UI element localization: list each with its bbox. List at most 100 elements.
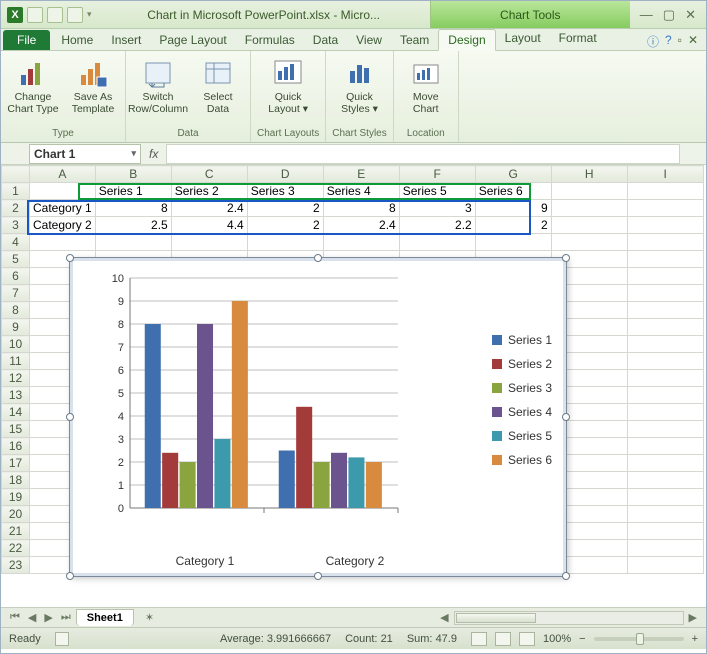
close-icon[interactable]: ✕ <box>685 7 696 23</box>
sheet-tab[interactable]: Sheet1 <box>76 609 134 626</box>
resize-handle[interactable] <box>66 413 74 421</box>
qat-undo-icon[interactable] <box>47 7 63 23</box>
tab-file[interactable]: File <box>3 30 50 50</box>
cell[interactable] <box>627 336 703 353</box>
minimize-ribbon-icon[interactable]: ⓘ <box>647 33 659 50</box>
cell[interactable] <box>551 217 627 234</box>
cell[interactable] <box>627 455 703 472</box>
col-header[interactable]: D <box>247 166 323 183</box>
cell[interactable]: 2 <box>247 217 323 234</box>
cell[interactable]: 2.5 <box>95 217 171 234</box>
move-chart-button[interactable]: Move Chart <box>400 55 452 115</box>
row-header[interactable]: 21 <box>2 523 30 540</box>
cell[interactable] <box>627 200 703 217</box>
cell[interactable] <box>627 506 703 523</box>
resize-handle[interactable] <box>562 572 570 580</box>
row-header[interactable]: 15 <box>2 421 30 438</box>
name-box[interactable]: Chart 1 ▾ <box>29 144 141 164</box>
tab-page-layout[interactable]: Page Layout <box>150 30 235 50</box>
col-header[interactable]: H <box>551 166 627 183</box>
scrollbar-thumb[interactable] <box>456 613 536 623</box>
qat-redo-icon[interactable] <box>67 7 83 23</box>
row-header[interactable]: 10 <box>2 336 30 353</box>
cell[interactable] <box>475 234 551 251</box>
row-header[interactable]: 1 <box>2 183 30 200</box>
view-page-layout-icon[interactable] <box>495 632 511 646</box>
cell[interactable] <box>627 370 703 387</box>
col-header[interactable]: B <box>95 166 171 183</box>
tab-data[interactable]: Data <box>304 30 347 50</box>
row-header[interactable]: 20 <box>2 506 30 523</box>
zoom-level[interactable]: 100% <box>543 633 571 645</box>
horizontal-scrollbar[interactable] <box>454 611 684 625</box>
qat-dropdown-icon[interactable]: ▾ <box>87 9 92 20</box>
view-page-break-icon[interactable] <box>519 632 535 646</box>
resize-handle[interactable] <box>66 254 74 262</box>
row-header[interactable]: 9 <box>2 319 30 336</box>
sheet-nav-first-icon[interactable]: ⏮ <box>7 611 23 624</box>
col-header[interactable]: F <box>399 166 475 183</box>
cell[interactable]: 2.4 <box>323 217 399 234</box>
cell[interactable] <box>627 319 703 336</box>
cell[interactable] <box>627 438 703 455</box>
tab-layout[interactable]: Layout <box>496 28 550 50</box>
cell[interactable] <box>627 421 703 438</box>
resize-handle[interactable] <box>562 254 570 262</box>
tab-format[interactable]: Format <box>550 28 606 50</box>
cell[interactable]: Category 1 <box>30 200 96 217</box>
row-header[interactable]: 17 <box>2 455 30 472</box>
change-chart-type-button[interactable]: Change Chart Type <box>7 55 59 115</box>
cell[interactable] <box>551 234 627 251</box>
col-header[interactable]: G <box>475 166 551 183</box>
row-header[interactable]: 14 <box>2 404 30 421</box>
tab-team[interactable]: Team <box>391 30 438 50</box>
row-header[interactable]: 18 <box>2 472 30 489</box>
worksheet-grid[interactable]: ABCDEFGHI1Series 1Series 2Series 3Series… <box>1 165 706 607</box>
embedded-chart[interactable]: 012345678910 Series 1Series 2Series 3Ser… <box>69 257 567 577</box>
qat-save-icon[interactable] <box>27 7 43 23</box>
sheet-nav-next-icon[interactable]: ▶ <box>41 611 55 624</box>
row-header[interactable]: 13 <box>2 387 30 404</box>
zoom-slider[interactable] <box>594 637 684 641</box>
quick-styles-button[interactable]: Quick Styles ▾ <box>334 55 386 115</box>
row-header[interactable]: 23 <box>2 557 30 574</box>
cell[interactable]: 8 <box>323 200 399 217</box>
cell[interactable]: Series 3 <box>247 183 323 200</box>
cell[interactable] <box>627 557 703 574</box>
cell[interactable]: Series 5 <box>399 183 475 200</box>
cell[interactable] <box>627 285 703 302</box>
cell[interactable] <box>627 472 703 489</box>
cell[interactable] <box>95 234 171 251</box>
maximize-icon[interactable]: ▢ <box>663 7 675 23</box>
quick-layout-button[interactable]: Quick Layout ▾ <box>262 55 314 115</box>
cell[interactable]: Series 2 <box>171 183 247 200</box>
cell[interactable]: Series 6 <box>475 183 551 200</box>
row-header[interactable]: 4 <box>2 234 30 251</box>
resize-handle[interactable] <box>314 572 322 580</box>
cell[interactable] <box>627 234 703 251</box>
cell[interactable]: 3 <box>399 200 475 217</box>
row-header[interactable]: 19 <box>2 489 30 506</box>
cell[interactable] <box>551 183 627 200</box>
col-header[interactable]: A <box>30 166 96 183</box>
row-header[interactable]: 6 <box>2 268 30 285</box>
cell[interactable] <box>627 523 703 540</box>
cell[interactable] <box>627 404 703 421</box>
row-header[interactable]: 5 <box>2 251 30 268</box>
zoom-in-icon[interactable]: + <box>692 633 698 645</box>
cell[interactable] <box>627 268 703 285</box>
cell[interactable]: Series 1 <box>95 183 171 200</box>
select-data-button[interactable]: Select Data <box>192 55 244 115</box>
row-header[interactable]: 11 <box>2 353 30 370</box>
row-header[interactable]: 12 <box>2 370 30 387</box>
cell[interactable]: 2 <box>247 200 323 217</box>
tab-insert[interactable]: Insert <box>102 30 150 50</box>
select-all-cell[interactable] <box>2 166 30 183</box>
cell[interactable] <box>627 387 703 404</box>
cell[interactable] <box>627 217 703 234</box>
tab-formulas[interactable]: Formulas <box>236 30 304 50</box>
resize-handle[interactable] <box>562 413 570 421</box>
row-header[interactable]: 3 <box>2 217 30 234</box>
cell[interactable] <box>627 183 703 200</box>
cell[interactable]: 2.4 <box>171 200 247 217</box>
